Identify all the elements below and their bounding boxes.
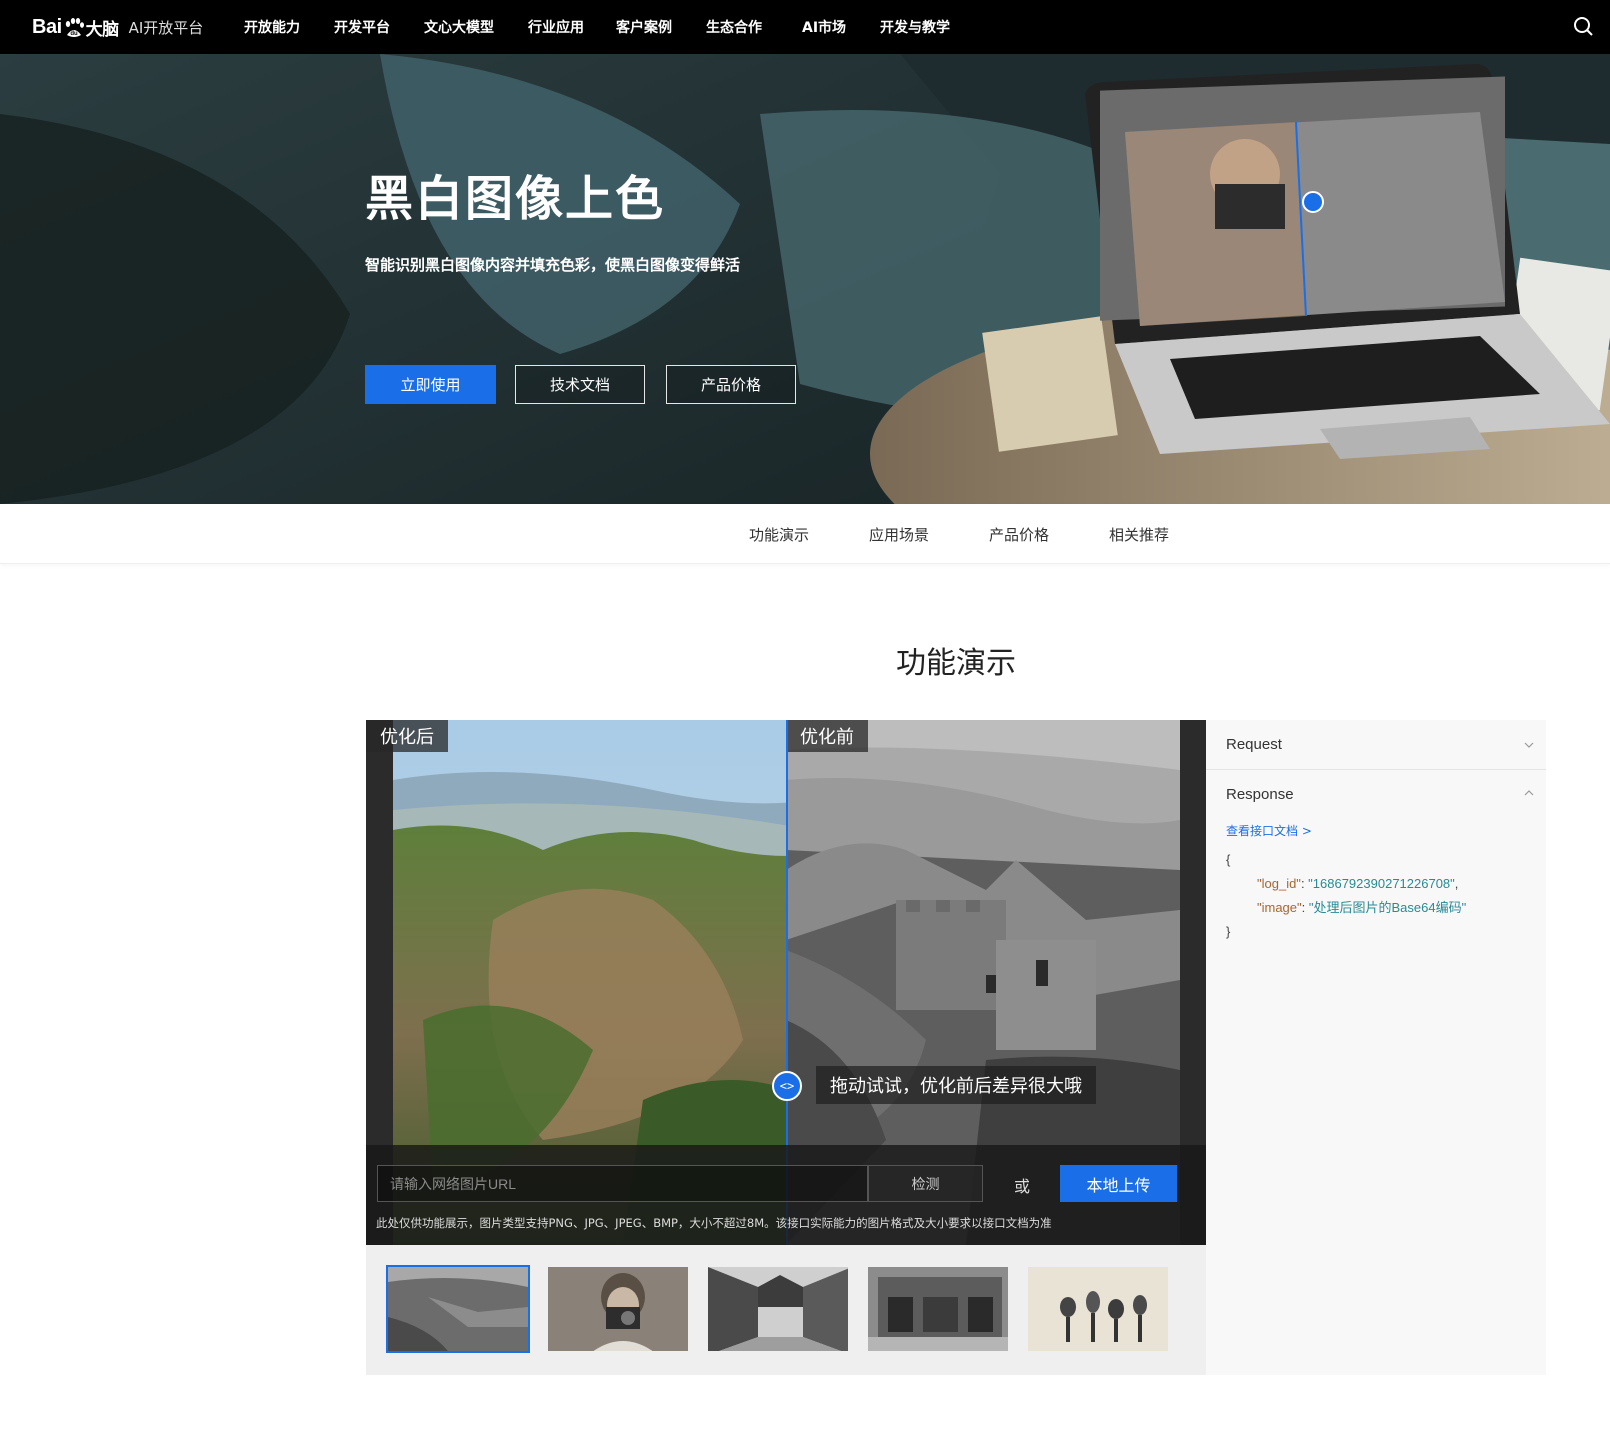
tech-docs-button[interactable]: 技术文档 xyxy=(515,365,645,404)
api-panel: Request Response 查看接口文档 > { "log_id": "1… xyxy=(1206,720,1546,1375)
baidu-paw-icon: du xyxy=(65,18,84,37)
sample-thumbnails xyxy=(366,1245,1206,1375)
tab-related[interactable]: 相关推荐 xyxy=(1109,524,1169,545)
pricing-button[interactable]: 产品价格 xyxy=(666,365,796,404)
tab-demo[interactable]: 功能演示 xyxy=(749,524,809,545)
json-log-id-line: "log_id": "1686792390271226708", xyxy=(1257,876,1459,891)
section-heading-text: 功能演示 xyxy=(896,646,1016,681)
chevron-down-icon xyxy=(1524,742,1534,748)
section-tabs: 功能演示 应用场景 产品价格 相关推荐 xyxy=(0,504,1610,564)
json-open-brace: { xyxy=(1226,852,1231,867)
tab-scenarios[interactable]: 应用场景 xyxy=(869,524,929,545)
nav-item-dev-platform[interactable]: 开发平台 xyxy=(334,17,390,37)
top-navbar: Bai du 大脑 AI开放平台 开放能力 开发平台 文心大模型 行业应用 客户… xyxy=(0,0,1610,54)
json-log-id-value: "1686792390271226708" xyxy=(1308,876,1455,891)
chevron-up-icon xyxy=(1524,790,1534,796)
thumb-great-wall[interactable] xyxy=(386,1265,530,1353)
json-image-key: "image" xyxy=(1257,900,1302,915)
nav-item-cases[interactable]: 客户案例 xyxy=(616,17,672,37)
response-accordion[interactable]: Response xyxy=(1206,770,1546,820)
or-separator: 或 xyxy=(1014,1177,1031,1196)
logo-wordmark: Bai xyxy=(32,15,62,38)
compare-drag-handle[interactable]: <> xyxy=(772,1071,802,1101)
tab-pricing[interactable]: 产品价格 xyxy=(989,524,1049,545)
nav-item-industry[interactable]: 行业应用 xyxy=(528,17,584,37)
hero-description: 智能识别黑白图像内容并填充色彩，使黑白图像变得鲜活 xyxy=(365,256,741,274)
view-api-docs-link[interactable]: 查看接口文档 > xyxy=(1226,822,1312,839)
use-now-button[interactable]: 立即使用 xyxy=(365,365,496,404)
response-json: { "log_id": "1686792390271226708", "imag… xyxy=(1226,848,1466,944)
page-title: 黑白图像上色 xyxy=(365,171,666,227)
baidu-ai-logo[interactable]: Bai du 大脑 AI开放平台 xyxy=(32,10,203,44)
nav-item-dev-teach[interactable]: 开发与教学 xyxy=(880,17,950,37)
detect-button[interactable]: 检测 xyxy=(868,1165,983,1202)
image-url-input[interactable] xyxy=(377,1165,868,1202)
nav-item-ecosystem[interactable]: 生态合作 xyxy=(706,17,762,37)
thumb-microphones[interactable] xyxy=(1026,1265,1170,1353)
thumb-great-wall-image xyxy=(388,1267,528,1351)
format-note: 此处仅供功能展示，图片类型支持PNG、JPG、JPEG、BMP，大小不超过8M。… xyxy=(376,1216,1052,1230)
nav-item-open-capability[interactable]: 开放能力 xyxy=(244,17,300,37)
platform-name: AI开放平台 xyxy=(128,18,204,37)
thumb-girl-camera-image xyxy=(548,1267,688,1351)
nav-item-ernie[interactable]: 文心大模型 xyxy=(424,17,494,37)
upload-bar: 检测 或 本地上传 此处仅供功能展示，图片类型支持PNG、JPG、JPEG、BM… xyxy=(366,1145,1206,1245)
json-image-value: "处理后图片的Base64编码" xyxy=(1308,900,1467,915)
response-title: Response xyxy=(1226,786,1294,803)
json-image-line: "image": "处理后图片的Base64编码" xyxy=(1257,900,1467,915)
local-upload-button[interactable]: 本地上传 xyxy=(1060,1165,1177,1202)
before-label: 优化前 xyxy=(786,720,868,752)
request-accordion[interactable]: Request xyxy=(1206,720,1546,770)
hero-background-image xyxy=(0,54,1610,504)
hero-banner: 黑白图像上色 智能识别黑白图像内容并填充色彩，使黑白图像变得鲜活 立即使用 技术… xyxy=(0,54,1610,504)
nav-item-ai-market[interactable]: AI市场 xyxy=(802,17,846,37)
json-log-id-key: "log_id" xyxy=(1257,876,1301,891)
thumb-microphones-image xyxy=(1028,1267,1168,1351)
request-title: Request xyxy=(1226,736,1282,753)
drag-hint: 拖动试试，优化前后差异很大哦 xyxy=(816,1066,1096,1104)
image-compare-demo[interactable]: 优化后 优化前 <> 拖动试试，优化前后差异很大哦 检测 或 本地上传 此处仅供… xyxy=(366,720,1206,1245)
thumb-storefront[interactable] xyxy=(866,1265,1010,1353)
thumb-girl-camera[interactable] xyxy=(546,1265,690,1353)
svg-text:du: du xyxy=(70,31,78,37)
thumb-old-street[interactable] xyxy=(706,1265,850,1353)
main-nav: 开放能力 开发平台 文心大模型 行业应用 客户案例 生态合作 AI市场 开发与教… xyxy=(244,0,984,54)
json-close-brace: } xyxy=(1226,924,1231,939)
after-label: 优化后 xyxy=(366,720,448,752)
thumb-storefront-image xyxy=(868,1267,1008,1351)
thumb-old-street-image xyxy=(708,1267,848,1351)
logo-brain-text: 大脑 xyxy=(85,19,120,39)
search-icon[interactable] xyxy=(1572,15,1594,37)
